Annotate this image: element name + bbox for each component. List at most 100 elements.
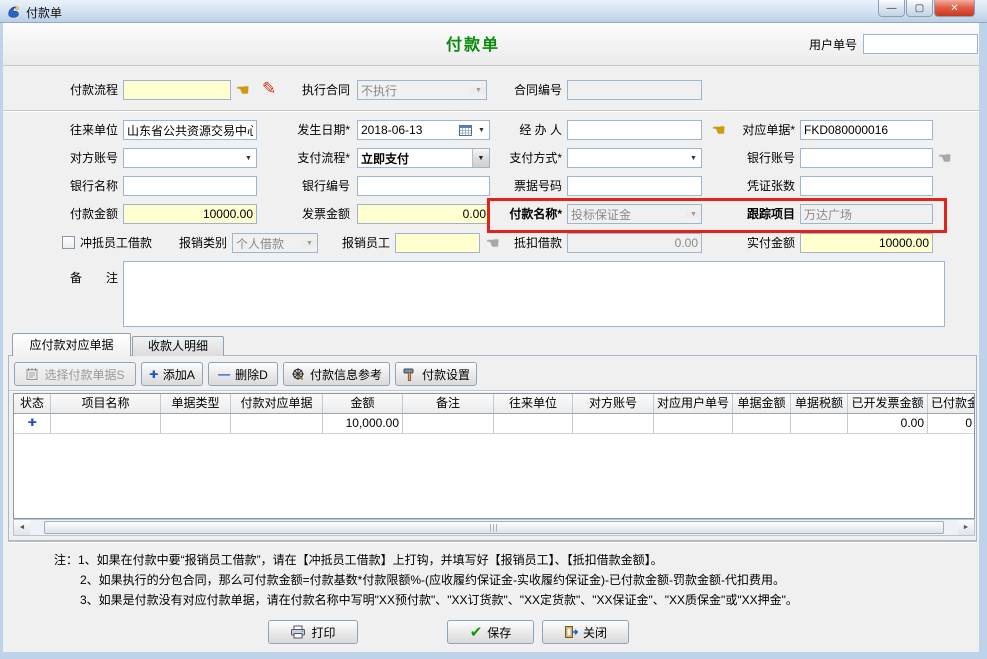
col-invoiced-amount[interactable]: 已开发票金额 [848, 394, 928, 413]
col-doc-amount[interactable]: 单据金额 [733, 394, 791, 413]
cell-counterparty[interactable] [494, 414, 573, 433]
voucher-count-label: 凭证张数 [725, 176, 795, 196]
occur-date-picker[interactable]: 2018-06-13 ▼ [357, 120, 490, 140]
cell-amount[interactable]: 10,000.00 [323, 414, 403, 433]
bank-name-label: 银行名称 [38, 176, 118, 196]
bank-account-picker-hand-icon: ☚ [938, 151, 951, 166]
print-button[interactable]: 打印 [268, 620, 358, 644]
col-doc-type[interactable]: 单据类型 [161, 394, 231, 413]
add-row-label: 添加A [163, 366, 195, 383]
actual-amount-label: 实付金额 [725, 233, 795, 253]
bank-code-input[interactable] [357, 176, 490, 196]
col-user-doc-no[interactable]: 对应用户单号 [654, 394, 733, 413]
pay-amount-input[interactable] [123, 204, 257, 224]
chevron-down-icon[interactable]: ▼ [241, 155, 256, 162]
form-header: 付款单 用户单号 [3, 23, 979, 66]
close-button[interactable]: ✕ [934, 0, 975, 17]
hammer-icon [402, 367, 417, 381]
execute-contract-label: 执行合同 [280, 80, 350, 100]
chevron-down-icon[interactable]: ▼ [472, 149, 489, 167]
actual-amount-input[interactable] [800, 233, 933, 253]
table-row[interactable]: + 10,000.00 0.00 0 [14, 414, 975, 434]
add-row-button[interactable]: + 添加A [141, 362, 203, 386]
window-border-left [0, 23, 3, 659]
cell-remark[interactable] [403, 414, 494, 433]
cell-counter-account[interactable] [573, 414, 654, 433]
counterparty-input[interactable] [123, 120, 257, 140]
delete-row-button[interactable]: — 删除D [208, 362, 278, 386]
invoice-amount-label: 发票金额 [270, 204, 350, 224]
cell-doc-tax[interactable] [791, 414, 848, 433]
execute-contract-select: 不执行 ▼ [357, 80, 487, 100]
col-doc-tax[interactable]: 单据税额 [791, 394, 848, 413]
handler-picker-hand-icon[interactable]: ☚ [712, 123, 725, 138]
voucher-count-input[interactable] [800, 176, 933, 196]
col-counterparty[interactable]: 往来单位 [494, 394, 573, 413]
pay-flow-value: 立即支付 [361, 150, 409, 167]
note-line-2: 2、如果执行的分包合同，那么可付款金额=付款基数*付款限额%-(应收履约保证金-… [80, 571, 785, 588]
col-status[interactable]: 状态 [14, 394, 51, 413]
cell-user-doc-no[interactable] [654, 414, 733, 433]
title-bar: 付款单 — ▢ ✕ [0, 0, 987, 23]
bank-name-input[interactable] [123, 176, 257, 196]
remark-label: 备 注 [38, 268, 118, 288]
ref-doc-input[interactable] [800, 120, 933, 140]
select-payment-doc-button: 选择付款单据S [14, 362, 136, 386]
save-button[interactable]: ✔ 保存 [447, 620, 534, 644]
col-counter-account[interactable]: 对方账号 [573, 394, 654, 413]
window-title: 付款单 [26, 4, 62, 21]
bill-no-input[interactable] [567, 176, 702, 196]
maximize-button[interactable]: ▢ [906, 0, 933, 17]
payment-flow-input[interactable] [123, 80, 231, 100]
counter-account-select[interactable]: ▼ [123, 148, 257, 168]
cell-invoiced-amount[interactable]: 0.00 [848, 414, 928, 433]
payment-info-reference-button[interactable]: 付款信息参考 [283, 362, 390, 386]
scroll-right-arrow-icon[interactable]: ► [958, 520, 974, 535]
chevron-down-icon: ▼ [302, 240, 317, 247]
cell-paid-amount[interactable]: 0 [928, 414, 975, 433]
scrollbar-thumb[interactable]: ||| [44, 521, 944, 534]
payment-settings-button[interactable]: 付款设置 [395, 362, 477, 386]
tab-payee-detail[interactable]: 收款人明细 [132, 336, 224, 356]
offset-loan-checkbox[interactable] [62, 236, 75, 249]
col-remark[interactable]: 备注 [403, 394, 494, 413]
cell-project-name[interactable] [51, 414, 161, 433]
table-horizontal-scrollbar[interactable]: ◄ ||| ► [13, 519, 975, 536]
occur-date-label: 发生日期* [270, 120, 350, 140]
table-header-row: 状态 项目名称 单据类型 付款对应单据 金额 备注 往来单位 对方账号 对应用户… [14, 394, 975, 414]
wheel-icon [291, 367, 305, 381]
col-ref-doc[interactable]: 付款对应单据 [231, 394, 323, 413]
bank-account-input[interactable] [800, 148, 933, 168]
page-title: 付款单 [373, 31, 573, 55]
invoice-amount-input[interactable] [357, 204, 490, 224]
minimize-button[interactable]: — [878, 0, 905, 17]
calendar-icon[interactable] [459, 124, 472, 136]
payment-flow-edit-pencil-icon[interactable]: ✎ [262, 80, 276, 97]
col-paid-amount[interactable]: 已付款金 [928, 394, 975, 413]
pay-method-select[interactable]: ▼ [567, 148, 702, 168]
exit-door-icon [564, 625, 578, 639]
row-status-plus-icon[interactable]: + [17, 414, 47, 431]
handler-input[interactable] [567, 120, 702, 140]
expense-employee-input[interactable] [395, 233, 480, 253]
remark-textarea[interactable] [123, 261, 945, 327]
cell-doc-type[interactable] [161, 414, 231, 433]
scroll-left-arrow-icon[interactable]: ◄ [14, 520, 30, 535]
tab-payable-docs[interactable]: 应付款对应单据 [12, 333, 131, 356]
deduct-loan-label: 抵扣借款 [492, 233, 562, 253]
user-no-input[interactable] [863, 34, 978, 54]
contract-no-input [567, 80, 702, 100]
close-form-button[interactable]: 关闭 [542, 620, 629, 644]
cell-doc-amount[interactable] [733, 414, 791, 433]
chevron-down-icon[interactable]: ▼ [686, 155, 701, 162]
chevron-down-icon[interactable]: ▼ [474, 127, 489, 134]
handler-label: 经 办 人 [492, 120, 562, 140]
expense-type-value: 个人借款 [236, 235, 284, 252]
col-amount[interactable]: 金额 [323, 394, 403, 413]
cell-ref-doc[interactable] [231, 414, 323, 433]
app-logo-icon [6, 4, 21, 19]
pay-flow-select[interactable]: 立即支付 ▼ [357, 148, 490, 168]
payment-flow-picker-hand-icon[interactable]: ☚ [236, 83, 249, 98]
col-project-name[interactable]: 项目名称 [51, 394, 161, 413]
payment-info-reference-label: 付款信息参考 [310, 366, 382, 383]
